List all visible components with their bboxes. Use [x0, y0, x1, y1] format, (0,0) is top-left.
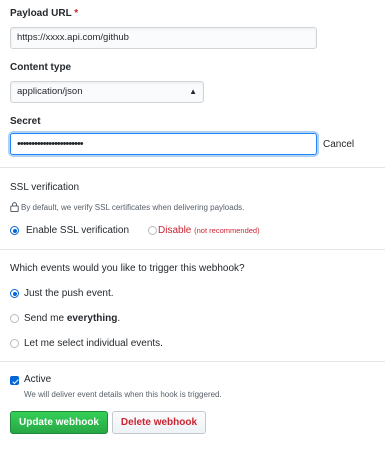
content-type-select[interactable]: application/json ▲︎	[10, 81, 204, 103]
ssl-disable-text: Disable	[158, 225, 192, 236]
secret-input[interactable]: •••••••••••••••••••••••	[10, 133, 317, 155]
ssl-disable-label[interactable]: Disable (not recommended)	[158, 225, 260, 236]
required-mark: *	[74, 8, 79, 19]
payload-url-label: Payload URL *	[10, 8, 78, 19]
event-individual-radio[interactable]	[10, 339, 19, 348]
delete-webhook-button[interactable]: Delete webhook	[112, 411, 206, 434]
divider	[0, 249, 385, 250]
payload-url-input[interactable]: https://xxxx.api.com/github	[10, 27, 317, 49]
event-everything-radio[interactable]	[10, 314, 19, 323]
event-push-radio[interactable]	[10, 289, 19, 298]
event-everything-label[interactable]: Send me everything.	[24, 313, 120, 324]
event-everything-prefix: Send me	[24, 313, 67, 324]
event-individual-label[interactable]: Let me select individual events.	[24, 338, 163, 349]
event-everything-bold: everything	[66, 313, 118, 324]
ssl-enable-label[interactable]: Enable SSL verification	[26, 225, 129, 236]
ssl-enable-radio[interactable]	[10, 226, 19, 235]
event-everything-suffix: .	[117, 313, 121, 324]
ssl-heading: SSL verification	[10, 182, 80, 193]
lock-icon	[10, 202, 19, 212]
update-webhook-button[interactable]: Update webhook	[10, 411, 108, 434]
cancel-link[interactable]: Cancel	[323, 139, 354, 150]
payload-url-value: https://xxxx.api.com/github	[17, 32, 129, 43]
divider	[0, 361, 385, 362]
active-label[interactable]: Active	[24, 374, 51, 385]
divider	[0, 167, 385, 168]
webhook-form: Payload URL * https://xxxx.api.com/githu…	[0, 0, 385, 453]
active-checkbox[interactable]	[10, 376, 19, 385]
content-type-value: application/json	[17, 86, 83, 97]
payload-url-label-text: Payload URL	[10, 8, 72, 19]
ssl-disable-note: (not recommended)	[194, 226, 260, 235]
secret-value: •••••••••••••••••••••••	[17, 138, 84, 150]
ssl-disable-radio[interactable]	[148, 226, 157, 235]
ssl-description: By default, we verify SSL certificates w…	[21, 203, 245, 212]
secret-label: Secret	[10, 116, 41, 127]
content-type-label: Content type	[10, 62, 72, 73]
events-heading: Which events would you like to trigger t…	[10, 263, 245, 274]
select-arrows-icon: ▲︎	[189, 87, 197, 96]
active-description: We will deliver event details when this …	[24, 390, 222, 399]
event-push-label[interactable]: Just the push event.	[24, 288, 114, 299]
